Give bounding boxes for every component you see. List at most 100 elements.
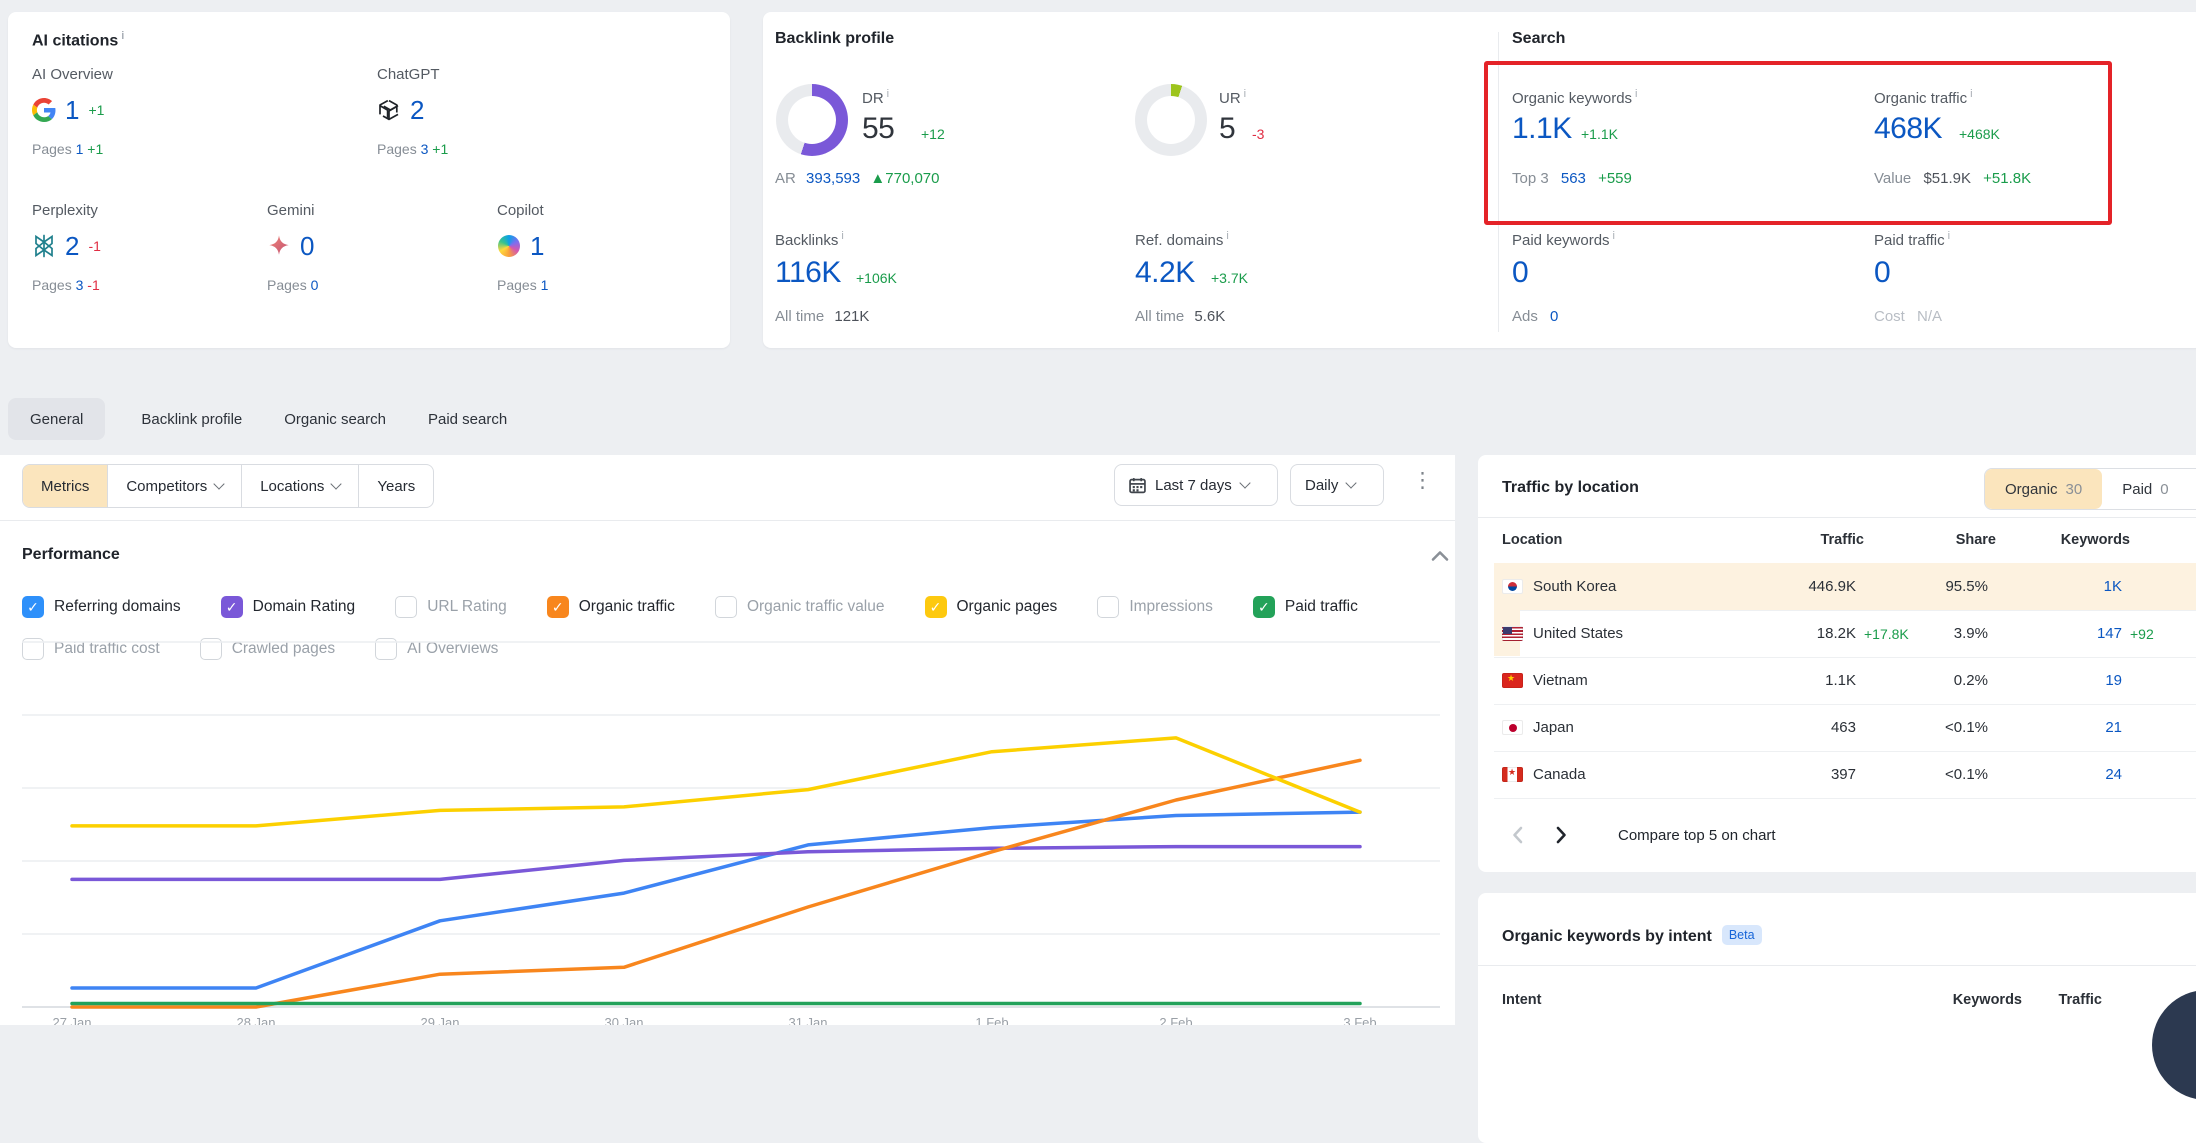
organic-keywords-value[interactable]: 1.1K xyxy=(1512,112,1572,146)
ai-pages-delta: +1 xyxy=(432,141,448,157)
ai-citations-count[interactable]: 1 xyxy=(65,95,79,126)
location-name: South Korea xyxy=(1533,578,1616,595)
ai-citation-ai-overview: AI Overview1+1Pages 1 +1 xyxy=(32,66,377,157)
ahrefs-rank-line: AR 393,593 ▲770,070 xyxy=(775,170,940,187)
location-row-united-states[interactable]: United States18.2K+17.8K3.9%147+92 xyxy=(1494,610,2196,658)
info-icon[interactable]: i xyxy=(1635,88,1637,100)
pager-next-button[interactable] xyxy=(1546,820,1576,850)
performance-chart[interactable]: 27 Jan28 Jan29 Jan30 Jan31 Jan1 Feb2 Feb… xyxy=(0,635,1455,1025)
ai-citations-count[interactable]: 1 xyxy=(530,231,544,262)
compare-top5-link[interactable]: Compare top 5 on chart xyxy=(1618,827,1776,844)
ai-citations-title: AI citationsi xyxy=(32,30,124,50)
checkbox-url-rating[interactable]: URL Rating xyxy=(395,596,507,618)
pager-prev-button[interactable] xyxy=(1502,820,1532,850)
organic-keywords-label: Organic keywordsi xyxy=(1512,88,1638,107)
collapse-chevron-icon[interactable] xyxy=(1430,550,1450,562)
ai-pages-count[interactable]: 1 xyxy=(76,141,84,157)
years-filter-button[interactable]: Years xyxy=(359,465,433,507)
location-row-japan[interactable]: Japan463<0.1%21 xyxy=(1494,704,2196,752)
chart-line-organic-pages xyxy=(72,738,1360,826)
location-row-canada[interactable]: Canada397<0.1%24 xyxy=(1494,751,2196,799)
top3-link[interactable]: 563 xyxy=(1561,170,1586,187)
checkbox-impressions[interactable]: Impressions xyxy=(1097,596,1213,618)
location-keywords-link[interactable]: 24 xyxy=(2105,766,2122,783)
ai-citation-perplexity: Perplexity2-1Pages 3 -1 xyxy=(32,202,267,293)
ai-citations-count[interactable]: 2 xyxy=(65,231,79,262)
copilot-icon xyxy=(497,234,521,258)
chart-line-domain-rating xyxy=(72,847,1360,880)
info-icon[interactable]: i xyxy=(121,30,124,42)
toggle-paid[interactable]: Paid0 xyxy=(2102,469,2188,509)
checkbox-paid-traffic[interactable]: ✓Paid traffic xyxy=(1253,596,1358,618)
info-icon[interactable]: i xyxy=(1613,230,1615,242)
checkbox-organic-pages[interactable]: ✓Organic pages xyxy=(925,596,1058,618)
backlinks-value[interactable]: 116K xyxy=(775,256,841,290)
ai-citations-delta: +1 xyxy=(88,102,104,118)
granularity-button[interactable]: Daily xyxy=(1290,464,1384,506)
top3-line: Top 3 563 +559 xyxy=(1512,170,1632,187)
locations-filter-button[interactable]: Locations xyxy=(242,465,359,507)
ai-pages-count[interactable]: 0 xyxy=(311,277,319,293)
tab-backlink-profile[interactable]: Backlink profile xyxy=(135,411,248,428)
competitors-filter-button[interactable]: Competitors xyxy=(108,465,242,507)
checkbox-organic-traffic[interactable]: ✓Organic traffic xyxy=(547,596,675,618)
beta-badge: Beta xyxy=(1722,925,1762,945)
intent-table-header: Intent Keywords Traffic xyxy=(1502,992,2196,1008)
filter-group: Metrics Competitors Locations Years xyxy=(22,464,434,508)
ai-citations-count[interactable]: 2 xyxy=(410,95,424,126)
ai-pages-count[interactable]: 1 xyxy=(541,277,549,293)
toggle-organic[interactable]: Organic30 xyxy=(1985,469,2102,509)
location-keywords-link[interactable]: 21 xyxy=(2105,719,2122,736)
ai-pages-count[interactable]: 3 xyxy=(421,141,429,157)
organic-traffic-value[interactable]: 468K xyxy=(1874,112,1942,146)
chart-x-tick-label: 1 Feb xyxy=(975,1015,1008,1025)
info-icon[interactable]: i xyxy=(1970,88,1972,100)
ai-pages-count[interactable]: 3 xyxy=(76,277,84,293)
ads-link[interactable]: 0 xyxy=(1550,308,1558,325)
chart-x-tick-label: 31 Jan xyxy=(788,1015,827,1025)
ai-source-label: Perplexity xyxy=(32,202,267,219)
tab-general[interactable]: General xyxy=(8,398,105,440)
refdomains-value[interactable]: 4.2K xyxy=(1135,256,1195,290)
paid-traffic-value[interactable]: 0 xyxy=(1874,256,1890,290)
location-share: 95.5% xyxy=(1916,578,1988,595)
refdomains-label: Ref. domainsi xyxy=(1135,230,1229,249)
chart-x-tick-label: 30 Jan xyxy=(604,1015,643,1025)
location-keywords-link[interactable]: 19 xyxy=(2105,672,2122,689)
chart-x-tick-label: 29 Jan xyxy=(420,1015,459,1025)
metrics-filter-button[interactable]: Metrics xyxy=(23,465,108,507)
location-keywords-link[interactable]: 147 xyxy=(2097,625,2122,642)
chatgpt-icon xyxy=(377,98,401,122)
info-icon[interactable]: i xyxy=(1226,230,1228,242)
refdomains-delta: +3.7K xyxy=(1211,270,1248,286)
overview-tabbar: General Backlink profile Organic search … xyxy=(8,398,513,440)
checked-checkbox-icon: ✓ xyxy=(547,596,569,618)
date-range-button[interactable]: Last 7 days xyxy=(1114,464,1278,506)
ahrefs-rank-link[interactable]: 393,593 xyxy=(806,170,860,187)
tab-organic-search[interactable]: Organic search xyxy=(278,411,392,428)
paid-keywords-label: Paid keywordsi xyxy=(1512,230,1615,249)
location-row-vietnam[interactable]: Vietnam1.1K0.2%19 xyxy=(1494,657,2196,705)
dr-delta: +12 xyxy=(921,126,945,142)
location-name: Vietnam xyxy=(1533,672,1588,689)
location-row-south-korea[interactable]: South Korea446.9K95.5%1K xyxy=(1494,563,2196,611)
info-icon[interactable]: i xyxy=(887,88,889,100)
info-icon[interactable]: i xyxy=(1244,88,1246,100)
chevron-down-icon xyxy=(331,478,342,489)
backlink-search-card: Backlink profile DRi 55 +12 AR 393,593 ▲… xyxy=(763,12,2196,348)
ai-citations-count[interactable]: 0 xyxy=(300,231,314,262)
location-keywords-link[interactable]: 1K xyxy=(2104,578,2122,595)
location-traffic: 397 xyxy=(1712,766,1856,783)
location-share: 3.9% xyxy=(1916,625,1988,642)
checkbox-referring-domains[interactable]: ✓Referring domains xyxy=(22,596,181,618)
checkbox-organic-traffic-value[interactable]: Organic traffic value xyxy=(715,596,885,618)
info-icon[interactable]: i xyxy=(841,230,843,242)
toolbar-divider xyxy=(0,520,1455,521)
info-icon[interactable]: i xyxy=(1948,230,1950,242)
tab-paid-search[interactable]: Paid search xyxy=(422,411,513,428)
ur-label: URi xyxy=(1219,88,1246,107)
checkbox-domain-rating[interactable]: ✓Domain Rating xyxy=(221,596,356,618)
more-options-button[interactable]: ⋮ xyxy=(1412,476,1433,485)
backlinks-alltime: All time 121K xyxy=(775,308,869,325)
paid-keywords-value[interactable]: 0 xyxy=(1512,256,1528,290)
